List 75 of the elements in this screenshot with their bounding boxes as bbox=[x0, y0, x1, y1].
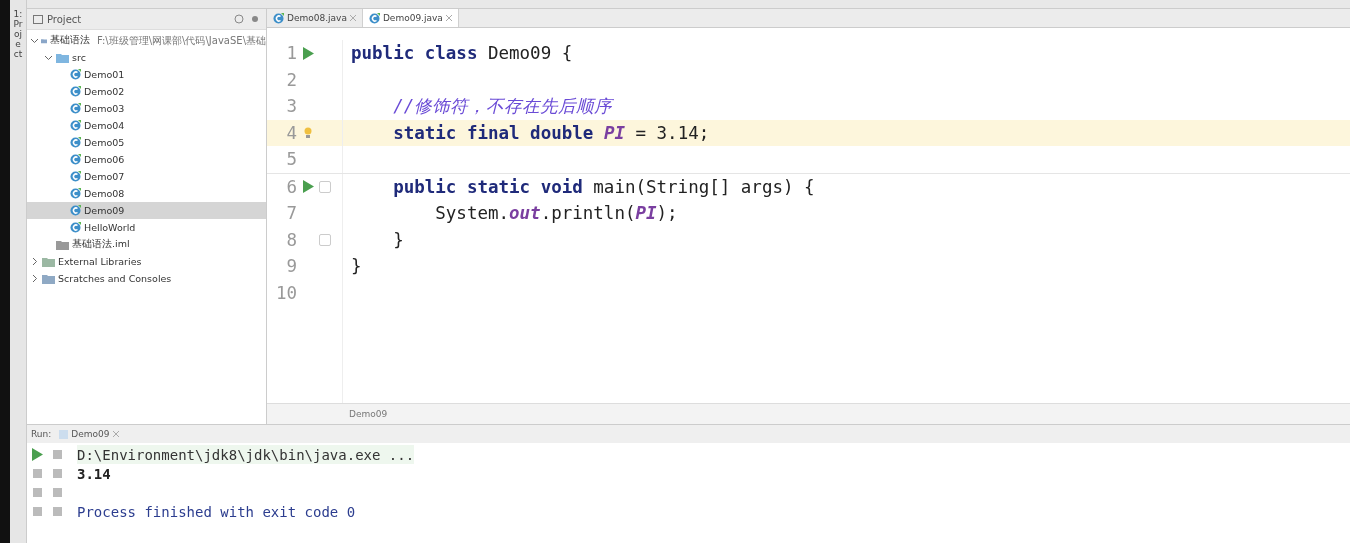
code-line: static final double PI = 3.14; bbox=[392, 122, 710, 143]
line-number: 6 bbox=[285, 176, 297, 197]
run-icon[interactable] bbox=[302, 180, 314, 194]
class-icon bbox=[70, 86, 81, 97]
panel-icon bbox=[33, 14, 43, 24]
class-icon bbox=[70, 171, 81, 182]
tree-item[interactable]: Demo05 bbox=[27, 134, 266, 151]
tree-item[interactable]: 基础语法 F:\班级管理\网课部\代码\JavaSE\基础 bbox=[27, 32, 266, 49]
fold-icon[interactable] bbox=[319, 180, 331, 193]
code-line: public class Demo09 { bbox=[351, 43, 573, 64]
console-icon bbox=[59, 429, 69, 439]
tree-item[interactable]: 基础语法.iml bbox=[27, 236, 266, 253]
code-line: System.out.println(PI); bbox=[434, 203, 678, 224]
class-icon bbox=[273, 12, 284, 24]
close-icon[interactable] bbox=[112, 431, 119, 437]
run-tab[interactable]: Demo09 bbox=[59, 429, 119, 439]
panel-title[interactable]: Project bbox=[47, 13, 82, 25]
line-number: 8 bbox=[285, 229, 297, 250]
tree-item[interactable]: Demo08 bbox=[27, 185, 266, 202]
run-icon[interactable] bbox=[302, 46, 314, 60]
code-line: public static void main(String[] args) { bbox=[392, 176, 815, 197]
line-number: 7 bbox=[285, 203, 297, 224]
folder-icon bbox=[56, 52, 69, 63]
file-icon bbox=[56, 239, 69, 250]
tree-item[interactable]: External Libraries bbox=[27, 253, 266, 270]
line-number: 1 bbox=[285, 43, 297, 64]
line-number: 9 bbox=[285, 256, 297, 277]
scratch-icon bbox=[42, 273, 55, 284]
tree-item[interactable]: Demo03 bbox=[27, 100, 266, 117]
line-number: 4 bbox=[285, 122, 297, 143]
class-icon bbox=[70, 120, 81, 131]
class-icon bbox=[70, 188, 81, 199]
tree-item[interactable]: HelloWorld bbox=[27, 219, 266, 236]
tree-item[interactable]: src bbox=[27, 49, 266, 66]
chevron-down-icon[interactable] bbox=[31, 37, 38, 44]
chevron-right-icon[interactable] bbox=[31, 258, 38, 265]
tree-item[interactable]: Demo04 bbox=[27, 117, 266, 134]
chevron-right-icon[interactable] bbox=[31, 275, 38, 282]
library-icon bbox=[42, 256, 55, 267]
rerun-icon[interactable] bbox=[31, 448, 43, 461]
tree-item[interactable]: Demo02 bbox=[27, 83, 266, 100]
class-icon bbox=[70, 137, 81, 148]
line-number: 10 bbox=[274, 282, 297, 303]
target-icon[interactable] bbox=[234, 14, 244, 24]
console-output: D:\Environment\jdk8\jdk\bin\java.exe ... bbox=[77, 446, 415, 463]
code-line: } bbox=[351, 256, 362, 277]
fold-icon[interactable] bbox=[319, 233, 331, 246]
class-icon bbox=[70, 69, 81, 80]
run-label: Run: bbox=[31, 429, 52, 439]
tree-item[interactable]: Demo07 bbox=[27, 168, 266, 185]
close-icon[interactable] bbox=[349, 15, 356, 21]
project-tool-button[interactable]: 1: Project bbox=[13, 10, 23, 60]
editor-tab[interactable]: Demo08.java bbox=[267, 9, 363, 27]
tree-item[interactable]: Demo09 bbox=[27, 202, 266, 219]
class-icon bbox=[368, 12, 380, 24]
class-icon bbox=[70, 154, 81, 165]
settings-icon[interactable] bbox=[250, 14, 260, 24]
line-number: 2 bbox=[285, 69, 297, 90]
class-icon bbox=[70, 103, 81, 114]
console-output: 3.14 bbox=[77, 465, 111, 482]
code-line: } bbox=[392, 229, 404, 250]
lightbulb-icon[interactable] bbox=[304, 126, 312, 139]
line-number: 5 bbox=[285, 149, 297, 170]
console-output: Process finished with exit code 0 bbox=[77, 503, 356, 520]
class-icon bbox=[70, 222, 81, 233]
close-icon[interactable] bbox=[445, 15, 452, 21]
code-line: //修饰符，不存在先后顺序 bbox=[392, 95, 613, 119]
editor-tab[interactable]: Demo09.java bbox=[362, 9, 459, 27]
tree-item[interactable]: Demo01 bbox=[27, 66, 266, 83]
chevron-down-icon[interactable] bbox=[45, 54, 52, 61]
tree-item[interactable]: Scratches and Consoles bbox=[27, 270, 266, 287]
line-number: 3 bbox=[285, 96, 297, 117]
tree-item[interactable]: Demo06 bbox=[27, 151, 266, 168]
breadcrumb[interactable]: Demo09 bbox=[349, 409, 388, 419]
class-icon bbox=[70, 205, 81, 216]
